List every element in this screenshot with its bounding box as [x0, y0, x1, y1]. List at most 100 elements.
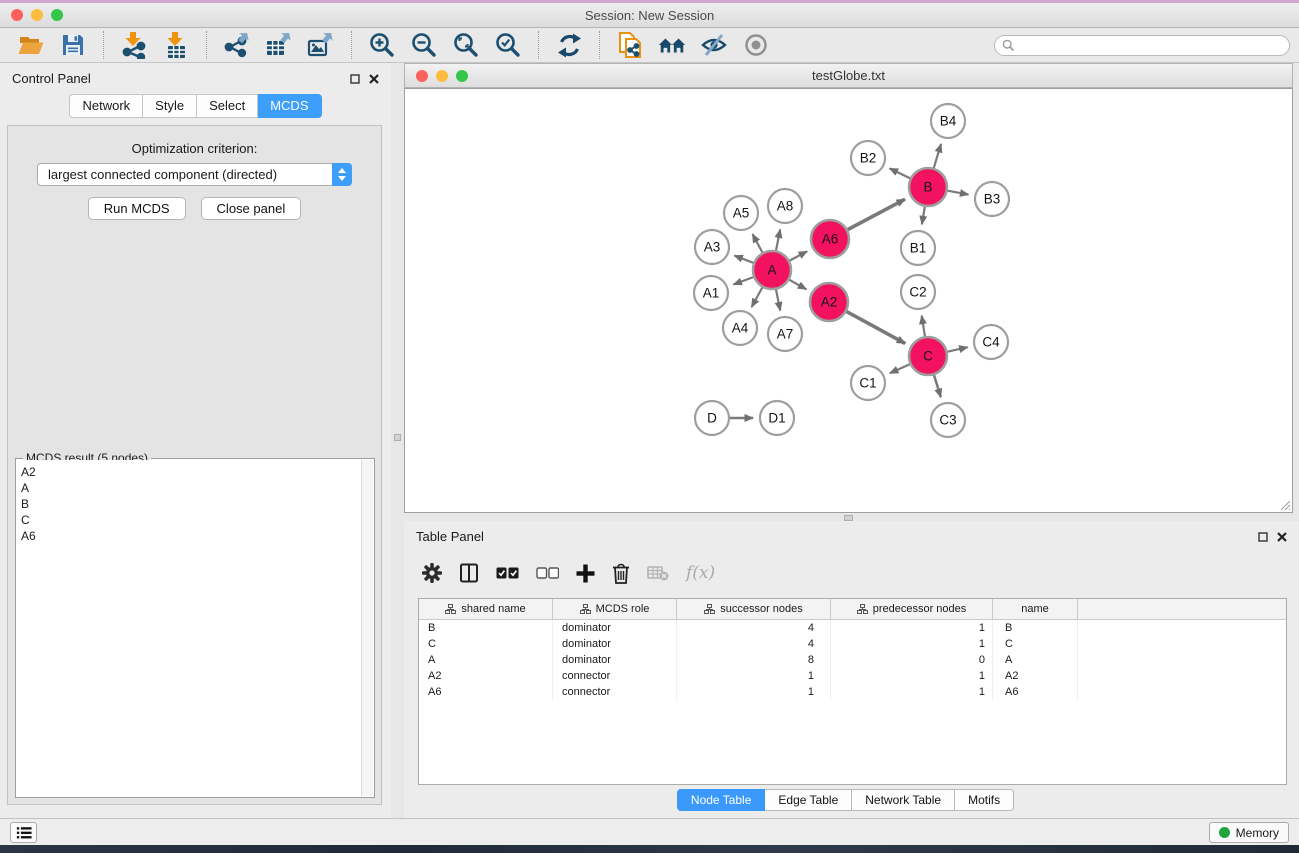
network-window-titlebar[interactable]: testGlobe.txt — [404, 63, 1293, 88]
edge-B-B2[interactable] — [890, 168, 910, 178]
cell-shared-name[interactable]: C — [419, 636, 553, 652]
cell-name[interactable]: A2 — [993, 668, 1078, 684]
result-item[interactable]: B — [21, 496, 361, 512]
cell-mcds-role[interactable]: connector — [553, 668, 677, 684]
export-network-button[interactable] — [222, 30, 252, 60]
minimize-window-button[interactable] — [31, 9, 43, 21]
hide-graphics-button[interactable] — [699, 30, 729, 60]
memory-button[interactable]: Memory — [1209, 822, 1289, 843]
close-panel-button[interactable]: Close panel — [201, 197, 302, 220]
zoom-out-button[interactable] — [409, 30, 439, 60]
float-panel-icon[interactable] — [350, 74, 360, 84]
show-graphics-button[interactable] — [741, 30, 771, 60]
column-header-shared-name[interactable]: shared name — [419, 599, 553, 619]
tab-select[interactable]: Select — [197, 94, 258, 118]
table-row[interactable]: Adominator80A — [419, 652, 1286, 668]
cell-predecessor-nodes[interactable]: 0 — [831, 652, 993, 668]
close-network-button[interactable] — [416, 70, 428, 82]
table-tab-network-table[interactable]: Network Table — [852, 789, 955, 811]
edge-A-A5[interactable] — [753, 234, 763, 252]
edge-C-C3[interactable] — [934, 375, 941, 397]
cell-shared-name[interactable]: A — [419, 652, 553, 668]
edge-A-A2[interactable] — [789, 280, 806, 290]
node-table[interactable]: shared nameMCDS rolesuccessor nodesprede… — [418, 598, 1287, 785]
cell-successor-nodes[interactable]: 4 — [677, 636, 831, 652]
table-options-button[interactable] — [422, 563, 442, 583]
edge-A2-C[interactable] — [847, 312, 906, 344]
table-row[interactable]: A2connector11A2 — [419, 668, 1286, 684]
mcds-result-list[interactable]: A2ABCA6 — [17, 460, 361, 796]
close-panel-icon[interactable] — [369, 74, 379, 84]
open-session-button[interactable] — [16, 30, 46, 60]
panel-divider[interactable] — [391, 63, 404, 818]
edge-A-A4[interactable] — [752, 288, 763, 308]
result-item[interactable]: A — [21, 480, 361, 496]
table-tab-node-table[interactable]: Node Table — [677, 789, 766, 811]
column-header-predecessor-nodes[interactable]: predecessor nodes — [831, 599, 993, 619]
edge-A-A1[interactable] — [734, 277, 754, 284]
edge-A-A8[interactable] — [776, 230, 780, 251]
table-row[interactable]: A6connector11A6 — [419, 684, 1286, 700]
tab-mcds[interactable]: MCDS — [258, 94, 321, 118]
edge-B-B1[interactable] — [922, 207, 925, 225]
edge-B-B4[interactable] — [934, 144, 941, 168]
network-graph[interactable]: B4B2BB3A5A8A6A3B1AA1C2A2A4A7C4CC1DD1C3 — [405, 89, 1292, 512]
cell-successor-nodes[interactable]: 1 — [677, 684, 831, 700]
function-builder-button[interactable]: f(x) — [686, 563, 715, 583]
run-mcds-button[interactable]: Run MCDS — [88, 197, 186, 220]
cell-mcds-role[interactable]: dominator — [553, 636, 677, 652]
edge-A-A6[interactable] — [790, 251, 808, 260]
zoom-in-button[interactable] — [367, 30, 397, 60]
network-window[interactable]: testGlobe.txt B4B2BB3A5A8A6A3B1AA1C2A2A4… — [404, 63, 1293, 513]
cell-mcds-role[interactable]: dominator — [553, 620, 677, 636]
result-item[interactable]: C — [21, 512, 361, 528]
result-item[interactable]: A2 — [21, 464, 361, 480]
close-window-button[interactable] — [11, 9, 23, 21]
column-header-successor-nodes[interactable]: successor nodes — [677, 599, 831, 619]
cell-name[interactable]: B — [993, 620, 1078, 636]
cell-shared-name[interactable]: A2 — [419, 668, 553, 684]
cell-predecessor-nodes[interactable]: 1 — [831, 636, 993, 652]
edge-C-C4[interactable] — [948, 347, 968, 352]
edge-A6-B[interactable] — [848, 199, 905, 229]
export-table-button[interactable] — [264, 30, 294, 60]
cell-successor-nodes[interactable]: 1 — [677, 668, 831, 684]
network-canvas[interactable]: B4B2BB3A5A8A6A3B1AA1C2A2A4A7C4CC1DD1C3 — [404, 88, 1293, 513]
main-titlebar[interactable]: Session: New Session — [0, 3, 1299, 28]
result-item[interactable]: A6 — [21, 528, 361, 544]
cell-successor-nodes[interactable]: 8 — [677, 652, 831, 668]
import-network-button[interactable] — [119, 30, 149, 60]
cell-predecessor-nodes[interactable]: 1 — [831, 668, 993, 684]
edge-A-A7[interactable] — [776, 290, 780, 311]
zoom-fit-button[interactable] — [451, 30, 481, 60]
minimize-network-button[interactable] — [436, 70, 448, 82]
table-tab-edge-table[interactable]: Edge Table — [765, 789, 852, 811]
resize-grip-icon[interactable] — [1279, 499, 1291, 511]
show-columns-button[interactable] — [459, 563, 479, 583]
float-panel-icon[interactable] — [1258, 532, 1268, 542]
table-row[interactable]: Cdominator41C — [419, 636, 1286, 652]
task-history-button[interactable] — [10, 822, 37, 843]
cell-mcds-role[interactable]: connector — [553, 684, 677, 700]
delete-table-button[interactable] — [647, 565, 669, 581]
import-table-button[interactable] — [161, 30, 191, 60]
export-image-button[interactable] — [306, 30, 336, 60]
edge-C-C2[interactable] — [922, 316, 925, 337]
cell-predecessor-nodes[interactable]: 1 — [831, 620, 993, 636]
column-header-mcds-role[interactable]: MCDS role — [553, 599, 677, 619]
refresh-button[interactable] — [554, 30, 584, 60]
divider-grip[interactable] — [394, 434, 401, 441]
cell-mcds-role[interactable]: dominator — [553, 652, 677, 668]
deselect-all-button[interactable] — [536, 567, 559, 579]
tab-network[interactable]: Network — [69, 94, 143, 118]
delete-column-button[interactable] — [612, 563, 630, 584]
column-header-name[interactable]: name — [993, 599, 1078, 619]
cell-shared-name[interactable]: B — [419, 620, 553, 636]
cell-name[interactable]: A — [993, 652, 1078, 668]
close-panel-icon[interactable] — [1277, 532, 1287, 542]
clone-network-button[interactable] — [615, 30, 645, 60]
cell-predecessor-nodes[interactable]: 1 — [831, 684, 993, 700]
add-column-button[interactable] — [576, 564, 595, 583]
cell-successor-nodes[interactable]: 4 — [677, 620, 831, 636]
edge-B-B3[interactable] — [948, 191, 969, 195]
